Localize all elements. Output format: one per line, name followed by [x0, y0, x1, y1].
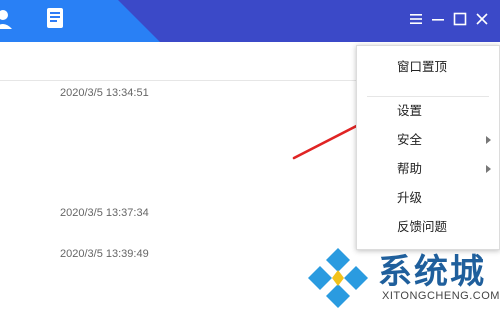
- main-menu-dropdown: 窗口置顶 设置 安全 帮助 升级 反馈问题: [356, 45, 500, 250]
- menu-item-upgrade[interactable]: 升级: [357, 185, 499, 211]
- menu-item-label: 安全: [397, 132, 423, 147]
- menu-item-label: 反馈问题: [397, 219, 448, 234]
- menu-item-label: 升级: [397, 190, 423, 205]
- menu-item-label: 设置: [397, 103, 423, 118]
- menu-item-pin-window[interactable]: 窗口置顶: [357, 54, 499, 80]
- menu-item-settings[interactable]: 设置: [357, 98, 499, 124]
- watermark-title: 系统城: [378, 252, 486, 292]
- watermark-subtitle: XITONGCHENG.COM: [382, 290, 500, 302]
- menu-item-label: 帮助: [397, 161, 423, 176]
- watermark-logo-icon: [308, 248, 368, 308]
- submenu-arrow-icon: [486, 136, 491, 144]
- submenu-arrow-icon: [486, 165, 491, 173]
- menu-item-feedback[interactable]: 反馈问题: [357, 214, 499, 240]
- menu-item-label: 窗口置顶: [397, 59, 448, 74]
- menu-item-help[interactable]: 帮助: [357, 156, 499, 182]
- menu-divider: [367, 96, 489, 97]
- menu-item-security[interactable]: 安全: [357, 127, 499, 153]
- site-watermark: 系统城 XITONGCHENG.COM: [300, 240, 500, 316]
